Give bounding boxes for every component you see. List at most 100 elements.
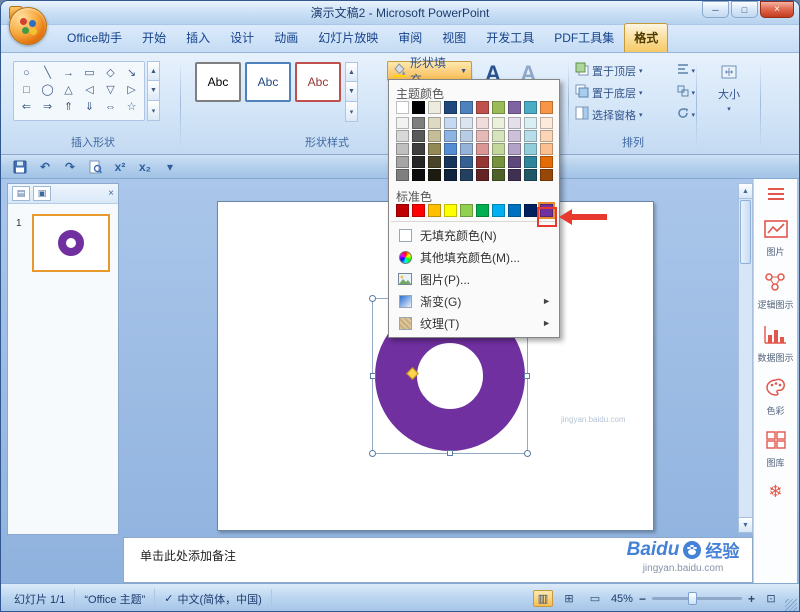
color-swatch[interactable] bbox=[540, 130, 553, 142]
color-swatch[interactable] bbox=[476, 117, 489, 129]
shape-style-preview[interactable]: Abc bbox=[295, 62, 341, 102]
resize-handle[interactable] bbox=[447, 450, 453, 456]
shape-button[interactable]: ⇓ bbox=[79, 98, 100, 115]
shape-button[interactable]: ▷ bbox=[121, 81, 142, 98]
ribbon-tab-8[interactable]: 开发工具 bbox=[476, 23, 544, 52]
color-swatch[interactable] bbox=[460, 117, 473, 129]
align-button[interactable]: ▾ bbox=[677, 62, 695, 80]
fill-menu-item[interactable]: 图片(P)... bbox=[389, 268, 559, 290]
color-swatch[interactable] bbox=[476, 169, 489, 181]
ribbon-tab-3[interactable]: 设计 bbox=[220, 23, 264, 52]
rotate-button[interactable]: ▾ bbox=[677, 106, 695, 124]
color-swatch[interactable] bbox=[492, 101, 505, 114]
color-swatch[interactable] bbox=[396, 143, 409, 155]
ribbon-tab-0[interactable]: Office助手 bbox=[57, 23, 132, 52]
color-swatch[interactable] bbox=[412, 143, 425, 155]
color-swatch[interactable] bbox=[444, 130, 457, 142]
color-swatch[interactable] bbox=[428, 117, 441, 129]
zoom-level[interactable]: 45% bbox=[611, 593, 633, 605]
scrollbar-thumb[interactable] bbox=[740, 200, 751, 264]
arrange-send-back-button[interactable]: 置于底层 ▾ bbox=[573, 83, 673, 102]
color-swatch[interactable] bbox=[460, 204, 473, 217]
shape-button[interactable]: □ bbox=[16, 81, 37, 98]
color-swatch[interactable] bbox=[540, 169, 553, 181]
save-button[interactable] bbox=[11, 158, 29, 176]
slides-tab-icon[interactable]: ▣ bbox=[33, 186, 51, 201]
color-swatch[interactable] bbox=[396, 156, 409, 168]
redo-button[interactable]: ↷ bbox=[61, 158, 79, 176]
color-swatch[interactable] bbox=[428, 156, 441, 168]
color-swatch[interactable] bbox=[476, 204, 489, 217]
adjust-handle[interactable] bbox=[406, 367, 419, 380]
color-swatch[interactable] bbox=[524, 143, 537, 155]
color-swatch[interactable] bbox=[508, 143, 521, 155]
styles-down-icon[interactable]: ▼ bbox=[345, 82, 358, 102]
shape-button[interactable]: → bbox=[58, 64, 79, 81]
color-swatch[interactable] bbox=[412, 117, 425, 129]
color-swatch[interactable] bbox=[460, 156, 473, 168]
gallery-up-icon[interactable]: ▲ bbox=[147, 61, 160, 81]
color-swatch[interactable] bbox=[412, 156, 425, 168]
zoom-slider[interactable] bbox=[651, 592, 742, 605]
resize-handle[interactable] bbox=[369, 295, 376, 302]
color-swatch[interactable] bbox=[444, 143, 457, 155]
color-swatch[interactable] bbox=[412, 204, 425, 217]
color-swatch[interactable] bbox=[524, 101, 537, 114]
color-swatch[interactable] bbox=[460, 143, 473, 155]
styles-more-icon[interactable]: ▾ bbox=[345, 102, 358, 122]
color-swatch[interactable] bbox=[396, 117, 409, 129]
arrange-bring-front-button[interactable]: 置于顶层 ▾ bbox=[573, 61, 673, 80]
color-swatch[interactable] bbox=[396, 169, 409, 181]
maximize-button[interactable]: □ bbox=[731, 1, 758, 18]
color-swatch[interactable] bbox=[524, 204, 537, 217]
arrange-selection-pane-button[interactable]: 选择窗格 ▾ bbox=[573, 105, 673, 124]
gallery-more-icon[interactable]: ▾ bbox=[147, 101, 160, 121]
color-swatch[interactable] bbox=[444, 204, 457, 217]
color-swatch[interactable] bbox=[412, 101, 425, 114]
color-swatch[interactable] bbox=[428, 101, 441, 114]
color-swatch[interactable] bbox=[428, 204, 441, 217]
resize-handle[interactable] bbox=[369, 450, 376, 457]
color-swatch[interactable] bbox=[540, 143, 553, 155]
fill-menu-item[interactable]: 其他填充颜色(M)... bbox=[389, 246, 559, 268]
zoom-out-button[interactable]: − bbox=[639, 592, 646, 606]
color-swatch[interactable] bbox=[428, 143, 441, 155]
shape-button[interactable]: ╲ bbox=[37, 64, 58, 81]
outline-tab-icon[interactable]: ▤ bbox=[12, 186, 30, 201]
color-swatch[interactable] bbox=[508, 169, 521, 181]
color-swatch[interactable] bbox=[460, 130, 473, 142]
shape-button[interactable]: ◯ bbox=[37, 81, 58, 98]
color-swatch[interactable] bbox=[492, 117, 505, 129]
color-swatch[interactable] bbox=[508, 101, 521, 114]
print-preview-button[interactable] bbox=[86, 158, 104, 176]
resize-handle[interactable] bbox=[370, 373, 376, 379]
slide-thumbnail[interactable] bbox=[32, 214, 110, 272]
resize-handle[interactable] bbox=[524, 373, 530, 379]
color-swatch[interactable] bbox=[492, 156, 505, 168]
shape-button[interactable]: ▭ bbox=[79, 64, 100, 81]
color-swatch[interactable] bbox=[524, 117, 537, 129]
vertical-scrollbar[interactable]: ▲ ▼ bbox=[738, 183, 753, 533]
shape-fill-button[interactable]: 形状填充 ▼ bbox=[387, 56, 472, 87]
color-swatch[interactable] bbox=[396, 204, 409, 217]
color-swatch[interactable] bbox=[412, 169, 425, 181]
scroll-down-icon[interactable]: ▼ bbox=[739, 517, 752, 532]
zoom-slider-thumb[interactable] bbox=[687, 592, 697, 605]
qat-customize-button[interactable]: ▾ bbox=[161, 158, 179, 176]
color-swatch[interactable] bbox=[444, 156, 457, 168]
ribbon-tab-1[interactable]: 开始 bbox=[132, 23, 176, 52]
zoom-in-button[interactable]: + bbox=[748, 592, 755, 606]
shape-button[interactable]: ▽ bbox=[100, 81, 121, 98]
color-swatch[interactable] bbox=[508, 156, 521, 168]
color-swatch[interactable] bbox=[460, 169, 473, 181]
color-swatch[interactable] bbox=[444, 101, 457, 114]
normal-view-button[interactable]: ▥ bbox=[532, 590, 553, 607]
ribbon-tab-7[interactable]: 视图 bbox=[432, 23, 476, 52]
office-button[interactable] bbox=[9, 7, 47, 45]
shape-style-preview[interactable]: Abc bbox=[195, 62, 241, 102]
size-button[interactable]: 大小 ▾ bbox=[697, 64, 761, 113]
color-swatch[interactable] bbox=[540, 156, 553, 168]
ribbon-tab-6[interactable]: 审阅 bbox=[388, 23, 432, 52]
color-swatch[interactable] bbox=[476, 130, 489, 142]
color-swatch[interactable] bbox=[492, 204, 505, 217]
